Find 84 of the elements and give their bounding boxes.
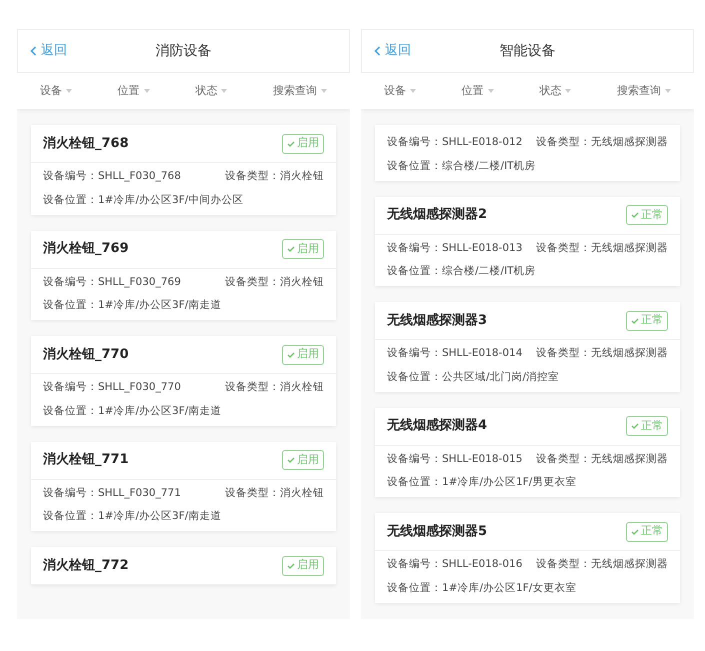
page-title: 消防设备: [156, 42, 212, 60]
device-card[interactable]: 无线烟感探测器3 正常 设备编号：SHLL-E018-014 设备类型：无线烟感探测器 设备位置：公共区域/北门岗/消控室: [375, 302, 680, 392]
device-card[interactable]: 无线烟感探测器2 正常 设备编号：SHLL-E018-013 设备类型：无线烟感探测器 设备位置：综合楼/二楼/IT机房: [375, 196, 680, 286]
device-type: 设备类型：无线烟感探测器: [536, 557, 668, 572]
filter-dropdown[interactable]: 设备: [40, 82, 72, 100]
check-icon: [631, 528, 639, 536]
caret-icon: [488, 89, 494, 93]
device-location: 设备位置：1#冷库/办公区3F/南走道: [43, 404, 222, 419]
device-type: 设备类型：消火栓钮: [225, 274, 324, 290]
device-location: 设备位置：1#冷库/办公区1F/女更衣室: [387, 580, 578, 596]
device-location: 设备位置：公共区域/北门岗/消控室: [387, 370, 560, 385]
check-icon: [287, 245, 295, 253]
status-badge: 启用: [282, 344, 324, 364]
caret-icon: [144, 89, 150, 93]
device-type: 设备类型：消火栓钮: [225, 169, 324, 184]
device-number: 设备编号：SHLL_F030_771: [43, 486, 181, 500]
device-name: 消火栓钮_771: [43, 451, 129, 470]
device-location: 设备位置：综合楼/二楼/IT机房: [387, 158, 537, 174]
device-name: 消火栓钮_768: [43, 134, 129, 153]
device-card[interactable]: 消火栓钮_769 启用 设备编号：SHLL_F030_769 设备类型：消火栓钮 设备位置：1#冷库/办公区3F/南走道: [31, 230, 336, 320]
device-card[interactable]: 消火栓钮_771 启用 设备编号：SHLL_F030_771 设备类型：消火栓钮 设备位置：1#冷库/办公区3F/南走道: [31, 442, 336, 531]
device-location: 设备位置：1#冷库/办公区3F/南走道: [43, 509, 222, 524]
status-badge: 启用: [282, 450, 324, 470]
device-card[interactable]: 设备编号：SHLL-E018-012 设备类型：无线烟感探测器 设备位置：综合楼/二楼/IT机房: [375, 125, 680, 180]
status-badge: 启用: [282, 239, 324, 259]
device-type: 设备类型：消火栓钮: [225, 486, 324, 500]
device-location: 设备位置：1#冷库/办公区3F/南走道: [43, 298, 222, 314]
caret-icon: [221, 89, 228, 93]
device-type: 设备类型：消火栓钮: [225, 380, 324, 395]
device-name: 消火栓钮_770: [43, 346, 129, 364]
check-icon: [287, 350, 295, 358]
device-type: 设备类型：无线烟感探测器: [536, 346, 668, 361]
filter-dropdown[interactable]: 位置: [462, 82, 494, 100]
page-title: 智能设备: [500, 42, 556, 60]
status-badge: 正常: [626, 416, 668, 436]
caret-icon: [321, 89, 328, 93]
device-name: 无线烟感探测器2: [387, 206, 488, 224]
device-name: 消火栓钮_772: [43, 556, 129, 575]
filter-dropdown[interactable]: 状态: [539, 82, 572, 100]
device-number: 设备编号：SHLL-E018-015: [387, 452, 522, 466]
check-icon: [631, 422, 639, 430]
filter-dropdown[interactable]: 状态: [195, 82, 228, 100]
caret-icon: [410, 89, 416, 93]
status-badge: 正常: [626, 205, 668, 225]
device-card[interactable]: 无线烟感探测器4 正常 设备编号：SHLL-E018-015 设备类型：无线烟感探测器 设备位置：1#冷库/办公区1F/男更衣室: [375, 408, 680, 497]
device-number: 设备编号：SHLL-E018-012: [387, 135, 522, 150]
status-badge: 启用: [282, 134, 324, 154]
device-type: 设备类型：无线烟感探测器: [536, 135, 668, 150]
filter-dropdown[interactable]: 搜索查询: [617, 82, 672, 100]
device-location: 设备位置：综合楼/二楼/IT机房: [387, 264, 537, 280]
device-number: 设备编号：SHLL-E018-014: [387, 346, 522, 361]
filter-dropdown[interactable]: 设备: [384, 82, 416, 100]
chevron-left-icon: [30, 46, 37, 56]
device-name: 无线烟感探测器3: [387, 312, 488, 330]
device-number: 设备编号：SHLL-E018-016: [387, 557, 522, 572]
status-badge: 正常: [626, 310, 668, 330]
chevron-left-icon: [374, 46, 381, 56]
device-number: 设备编号：SHLL-E018-013: [387, 240, 522, 256]
device-number: 设备编号：SHLL_F030_769: [43, 274, 181, 290]
device-type: 设备类型：无线烟感探测器: [536, 452, 668, 466]
device-location: 设备位置：1#冷库/办公区1F/男更衣室: [387, 475, 578, 490]
check-icon: [287, 140, 295, 148]
filter-dropdown[interactable]: 位置: [118, 82, 150, 100]
status-badge: 正常: [626, 522, 668, 542]
device-location: 设备位置：1#冷库/办公区3F/中间办公区: [43, 192, 244, 208]
device-number: 设备编号：SHLL_F030_768: [43, 169, 181, 184]
caret-icon: [665, 89, 672, 93]
device-card[interactable]: 消火栓钮_768 启用 设备编号：SHLL_F030_768 设备类型：消火栓钮 设备位置：1#冷库/办公区3F/中间办公区: [31, 125, 336, 214]
check-icon: [631, 316, 639, 324]
status-badge: 启用: [282, 556, 324, 576]
check-icon: [287, 562, 295, 570]
device-type: 设备类型：无线烟感探测器: [536, 240, 668, 256]
check-icon: [287, 456, 295, 464]
device-card[interactable]: 无线烟感探测器5 正常 设备编号：SHLL-E018-016 设备类型：无线烟感探测器 设备位置：1#冷库/办公区1F/女更衣室: [375, 513, 680, 602]
device-name: 无线烟感探测器5: [387, 522, 488, 541]
device-name: 无线烟感探测器4: [387, 417, 488, 436]
device-number: 设备编号：SHLL_F030_770: [43, 380, 181, 395]
caret-icon: [565, 89, 572, 93]
device-name: 消火栓钮_769: [43, 240, 129, 258]
check-icon: [631, 211, 639, 219]
filter-dropdown[interactable]: 搜索查询: [273, 82, 328, 100]
caret-icon: [66, 89, 72, 93]
device-card[interactable]: 消火栓钮_772 启用: [31, 547, 336, 585]
device-card[interactable]: 消火栓钮_770 启用 设备编号：SHLL_F030_770 设备类型：消火栓钮 设备位置：1#冷库/办公区3F/南走道: [31, 336, 336, 426]
